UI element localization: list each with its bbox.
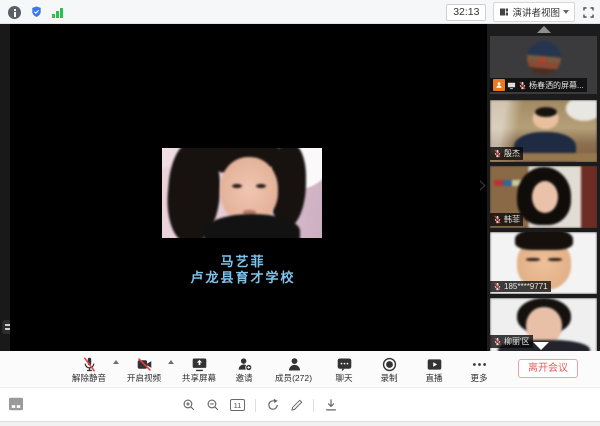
unmute-label: 解除静音 <box>72 373 106 383</box>
left-panel-strip <box>0 24 10 351</box>
start-video-label: 开启视频 <box>127 373 161 383</box>
zoom-in-icon[interactable] <box>182 398 196 412</box>
refresh-icon[interactable] <box>266 398 280 412</box>
participant-name: 185****9771 <box>504 282 548 291</box>
more-label: 更多 <box>470 373 487 383</box>
members-button[interactable]: 成员(272) <box>268 352 320 386</box>
speaker-video[interactable] <box>162 148 322 238</box>
unmute-button[interactable]: 解除静音 <box>68 352 110 386</box>
share-screen-button[interactable]: 共享屏幕 <box>178 352 220 386</box>
mic-muted-mini-icon <box>493 337 502 346</box>
record-icon <box>381 355 398 373</box>
participant-name: 殷杰 <box>504 148 520 159</box>
camera-muted-icon <box>136 355 153 373</box>
record-label: 录制 <box>380 373 397 383</box>
network-signal-icon[interactable] <box>52 7 63 18</box>
meeting-toolbar: 解除静音 开启视频 共享屏幕 <box>0 351 600 387</box>
fullscreen-icon[interactable] <box>582 6 595 19</box>
more-icon <box>471 355 488 373</box>
chat-icon <box>336 355 353 373</box>
speaker-school: 卢龙县育才学校 <box>113 267 373 286</box>
divider <box>255 399 256 412</box>
main-video-stage: 马艺菲 卢龙县育才学校 <box>10 24 487 351</box>
live-stream-label: 直播 <box>425 373 442 383</box>
participant-tile[interactable]: 185****9771 <box>490 232 597 294</box>
window-footer-strip <box>0 421 600 426</box>
participant-label: 185****9771 <box>490 281 551 292</box>
record-button[interactable]: 录制 <box>368 352 410 386</box>
presenter-badge-icon <box>493 79 505 91</box>
live-stream-icon <box>426 355 443 373</box>
page-indicator[interactable]: 11 <box>230 399 245 411</box>
scroll-up-icon[interactable] <box>537 26 551 33</box>
invite-button[interactable]: 邀请 <box>223 352 265 386</box>
speaker-view-button[interactable]: 演讲者视图 <box>493 2 575 22</box>
participant-tile[interactable]: 韩菲 <box>490 166 597 228</box>
divider <box>313 399 314 412</box>
mic-options-caret[interactable] <box>113 360 119 364</box>
invite-label: 邀请 <box>235 373 252 383</box>
layout-icon <box>499 7 509 17</box>
participant-name: 杨春洒的屏幕... <box>529 80 584 91</box>
meeting-topbar: 32:13 演讲者视图 <box>0 0 600 24</box>
participants-sidebar: 杨春洒的屏幕... 殷杰 <box>487 24 600 351</box>
chat-label: 聊天 <box>335 373 352 383</box>
speaker-view-label: 演讲者视图 <box>512 5 560 19</box>
participant-label: 殷杰 <box>490 147 523 160</box>
participant-label: 韩菲 <box>490 213 523 226</box>
mic-muted-mini-icon <box>493 215 502 224</box>
meeting-timer: 32:13 <box>446 4 486 21</box>
security-shield-icon[interactable] <box>30 5 43 19</box>
invite-icon <box>236 355 253 373</box>
participant-name: 韩菲 <box>504 214 520 225</box>
participant-label: 柳丽'区 <box>490 335 533 348</box>
chevron-down-icon <box>563 10 569 14</box>
participant-tile-screen-share[interactable]: 杨春洒的屏幕... <box>490 36 597 94</box>
participant-name: 柳丽'区 <box>504 336 530 347</box>
mic-muted-mini-icon <box>518 81 527 90</box>
chevron-right-icon[interactable] <box>476 181 486 191</box>
mic-muted-mini-icon <box>493 149 502 158</box>
share-screen-label: 共享屏幕 <box>182 373 216 383</box>
chat-button[interactable]: 聊天 <box>323 352 365 386</box>
more-button[interactable]: 更多 <box>458 352 500 386</box>
mic-muted-icon <box>81 355 98 373</box>
download-icon[interactable] <box>324 398 338 412</box>
screen-share-mini-icon <box>507 81 516 90</box>
screen-share-icon <box>191 355 208 373</box>
participant-label: 杨春洒的屏幕... <box>490 78 587 92</box>
scroll-down-icon[interactable] <box>533 342 549 350</box>
document-toolbar: 11 <box>0 387 600 421</box>
leave-meeting-button[interactable]: 离开会议 <box>518 359 578 378</box>
meeting-content: 马艺菲 卢龙县育才学校 杨春洒的屏幕... <box>0 24 600 351</box>
meeting-info-icon[interactable] <box>8 6 21 19</box>
members-label: 成员(272) <box>275 373 312 383</box>
video-options-caret[interactable] <box>168 360 174 364</box>
zoom-out-icon[interactable] <box>206 398 220 412</box>
live-stream-button[interactable]: 直播 <box>413 352 455 386</box>
mic-muted-mini-icon <box>493 282 502 291</box>
members-icon <box>286 355 303 373</box>
start-video-button[interactable]: 开启视频 <box>123 352 165 386</box>
pencil-icon[interactable] <box>290 399 303 412</box>
participant-tile[interactable]: 殷杰 <box>490 100 597 162</box>
